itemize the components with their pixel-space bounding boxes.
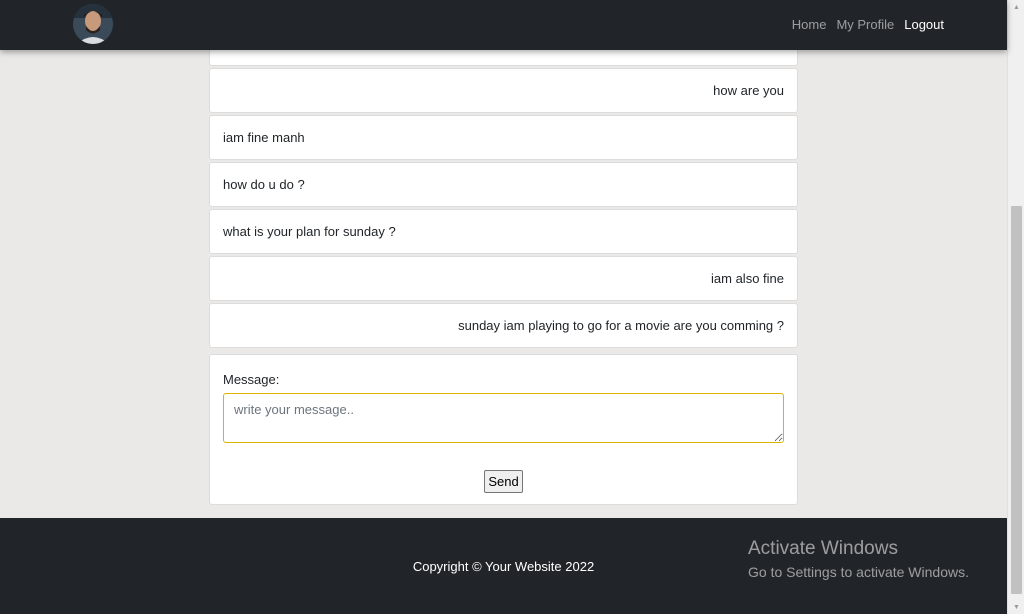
message-card: sunday iam playing to go for a movie are… xyxy=(209,303,798,348)
message-card: how are you xyxy=(209,68,798,113)
nav-link-my-profile[interactable]: My Profile xyxy=(836,16,894,33)
down-arrow-icon[interactable]: ▼ xyxy=(1008,600,1024,614)
scrollbar-thumb[interactable] xyxy=(1011,206,1022,594)
send-button[interactable]: Send xyxy=(484,470,523,493)
message-text: what is your plan for sunday ? xyxy=(223,224,396,239)
message-input[interactable] xyxy=(223,393,784,443)
nav-link-home[interactable]: Home xyxy=(792,16,827,33)
nav-link-logout[interactable]: Logout xyxy=(904,16,944,33)
up-arrow-icon[interactable]: ▲ xyxy=(1008,0,1024,14)
message-card: what is your plan for sunday ? xyxy=(209,209,798,254)
watermark-subtitle: Go to Settings to activate Windows. xyxy=(748,564,969,580)
message-label: Message: xyxy=(223,372,280,387)
avatar[interactable] xyxy=(73,4,113,44)
watermark-title: Activate Windows xyxy=(748,538,898,559)
message-text: how are you xyxy=(713,83,784,98)
message-card: how do u do ? xyxy=(209,162,798,207)
message-text: sunday iam playing to go for a movie are… xyxy=(458,318,784,333)
message-form: Message: Send xyxy=(209,354,798,505)
page-scrollbar[interactable]: ▲ ▼ xyxy=(1007,0,1024,614)
activate-windows-watermark: Activate Windows Go to Settings to activ… xyxy=(748,538,969,582)
footer: Copyright © Your Website 2022 Activate W… xyxy=(0,518,1007,614)
message-card: iam fine manh xyxy=(209,115,798,160)
message-text: how do u do ? xyxy=(223,177,305,192)
message-text: iam also fine xyxy=(711,271,784,286)
avatar-image xyxy=(73,4,113,44)
nav-links: Home My Profile Logout xyxy=(782,16,944,33)
message-text: iam fine manh xyxy=(223,130,305,145)
message-card: iam also fine xyxy=(209,256,798,301)
top-navbar: Home My Profile Logout xyxy=(0,0,1007,50)
